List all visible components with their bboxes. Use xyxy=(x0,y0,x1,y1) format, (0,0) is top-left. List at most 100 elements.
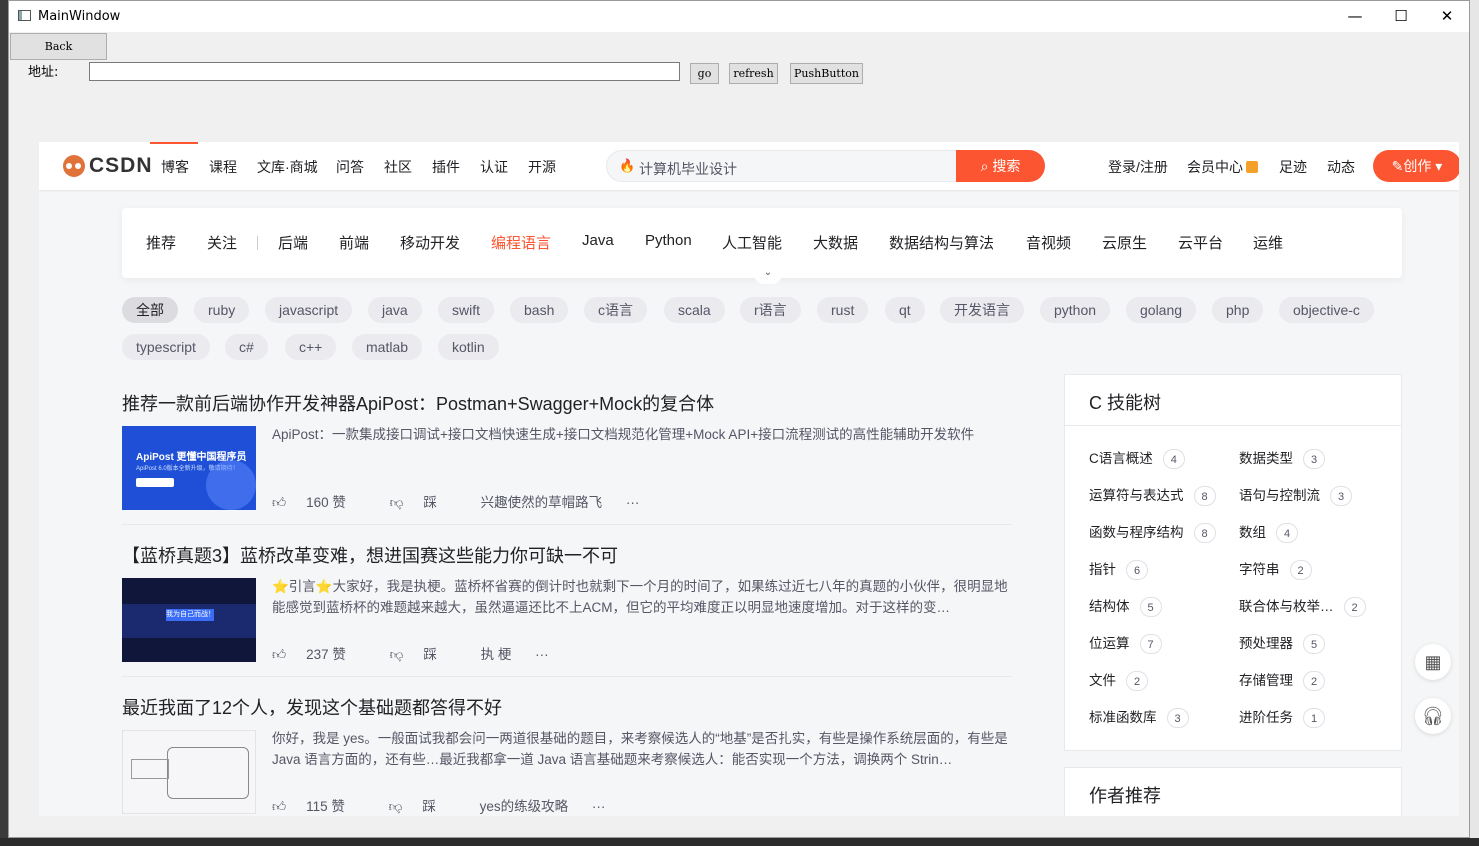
maximize-button[interactable]: ☐ xyxy=(1378,1,1424,32)
nav-item-community[interactable]: 社区 xyxy=(384,157,412,177)
category-frontend[interactable]: 前端 xyxy=(339,232,369,253)
dynamic-link[interactable]: 动态 xyxy=(1327,157,1355,177)
create-button[interactable]: ✎创作 ▾ xyxy=(1373,150,1459,182)
like-button[interactable]: 👍︎ 237 赞 xyxy=(272,643,366,663)
category-backend[interactable]: 后端 xyxy=(278,232,308,253)
category-follow[interactable]: 关注 xyxy=(207,232,237,253)
skill-item[interactable]: 联合体与枚举… 2 xyxy=(1239,595,1366,617)
tag-item[interactable]: bash xyxy=(510,297,569,323)
tag-item[interactable]: swift xyxy=(438,297,494,323)
article-title[interactable]: 最近我面了12个人，发现这个基础题都答得不好 xyxy=(122,694,502,720)
more-icon[interactable]: ··· xyxy=(592,799,606,814)
skill-item[interactable]: 文件 2 xyxy=(1089,669,1148,691)
tag-all[interactable]: 全部 xyxy=(122,297,178,323)
category-algorithms[interactable]: 数据结构与算法 xyxy=(889,232,994,253)
tag-item[interactable]: c++ xyxy=(285,334,337,360)
nav-item-qa[interactable]: 问答 xyxy=(336,157,364,177)
category-ops[interactable]: 运维 xyxy=(1253,232,1283,253)
vip-center-link[interactable]: 会员中心 xyxy=(1187,157,1258,177)
more-icon[interactable]: ··· xyxy=(626,495,640,510)
skill-item[interactable]: 位运算 7 xyxy=(1089,632,1162,654)
refresh-button[interactable]: refresh xyxy=(729,63,778,84)
skill-item[interactable]: C语言概述 4 xyxy=(1089,447,1185,469)
tag-item[interactable]: rust xyxy=(817,297,869,323)
nav-item-cert[interactable]: 认证 xyxy=(480,157,508,177)
category-audio-video[interactable]: 音视频 xyxy=(1026,232,1071,253)
author-name[interactable]: 兴趣使然的草帽路飞 xyxy=(481,491,603,511)
login-link[interactable]: 登录/注册 xyxy=(1108,157,1168,177)
skill-item[interactable]: 数据类型 3 xyxy=(1239,447,1325,469)
category-recommend[interactable]: 推荐 xyxy=(146,232,176,253)
push-button[interactable]: PushButton xyxy=(790,63,863,84)
address-input[interactable] xyxy=(89,62,680,81)
category-java[interactable]: Java xyxy=(582,232,614,249)
tag-item[interactable]: qt xyxy=(885,297,925,323)
tag-item[interactable]: r语言 xyxy=(740,297,801,323)
tag-item[interactable]: php xyxy=(1212,297,1264,323)
category-cloud-platform[interactable]: 云平台 xyxy=(1178,232,1223,253)
tag-item[interactable]: matlab xyxy=(352,334,423,360)
skill-item[interactable]: 指针 6 xyxy=(1089,558,1148,580)
tag-item[interactable]: c语言 xyxy=(584,297,647,323)
skill-item[interactable]: 数组 4 xyxy=(1239,521,1298,543)
tag-item[interactable]: javascript xyxy=(265,297,353,323)
skill-item[interactable]: 运算符与表达式 8 xyxy=(1089,484,1216,506)
nav-item-plugin[interactable]: 插件 xyxy=(432,157,460,177)
category-ai[interactable]: 人工智能 xyxy=(722,232,782,253)
skill-item[interactable]: 存储管理 2 xyxy=(1239,669,1325,691)
like-button[interactable]: 👍︎ 115 赞 xyxy=(272,795,365,815)
skill-count: 8 xyxy=(1193,523,1216,543)
tag-item[interactable]: typescript xyxy=(122,334,210,360)
dislike-button[interactable]: 👎︎ 踩 xyxy=(390,643,457,663)
category-cloud-native[interactable]: 云原生 xyxy=(1102,232,1147,253)
category-python[interactable]: Python xyxy=(645,232,692,249)
thumbnail-diagram xyxy=(167,747,249,799)
dislike-button[interactable]: 👎︎ 踩 xyxy=(389,795,456,815)
skill-item[interactable]: 结构体 5 xyxy=(1089,595,1162,617)
go-button[interactable]: go xyxy=(690,63,719,84)
skill-item[interactable]: 预处理器 5 xyxy=(1239,632,1325,654)
tag-item[interactable]: java xyxy=(368,297,422,323)
category-mobile[interactable]: 移动开发 xyxy=(400,232,460,253)
nav-item-library[interactable]: 文库·商城 xyxy=(257,157,318,177)
tag-item[interactable]: kotlin xyxy=(438,334,499,360)
dislike-label: 踩 xyxy=(422,799,436,814)
article-title[interactable]: 推荐一款前后端协作开发神器ApiPost：Postman+Swagger+Moc… xyxy=(122,390,714,416)
category-bigdata[interactable]: 大数据 xyxy=(813,232,858,253)
search-button[interactable]: ⌕ 搜索 xyxy=(956,150,1045,182)
headset-icon[interactable]: 🎧︎ xyxy=(1415,698,1451,734)
minimize-button[interactable]: — xyxy=(1332,1,1378,32)
author-name[interactable]: yes的练级攻略 xyxy=(480,795,569,815)
nav-item-course[interactable]: 课程 xyxy=(209,157,237,177)
author-name[interactable]: 执 梗 xyxy=(481,643,512,663)
skill-item[interactable]: 标准函数库 3 xyxy=(1089,706,1189,728)
tag-item[interactable]: objective-c xyxy=(1279,297,1374,323)
tag-item[interactable]: python xyxy=(1040,297,1111,323)
qrcode-icon[interactable]: ▦ xyxy=(1415,644,1451,680)
tag-item[interactable]: 开发语言 xyxy=(940,297,1024,323)
tag-item[interactable]: c# xyxy=(225,334,268,360)
nav-item-blog[interactable]: 博客 xyxy=(161,157,189,177)
skill-item[interactable]: 函数与程序结构 8 xyxy=(1089,521,1216,543)
tag-item[interactable]: golang xyxy=(1126,297,1197,323)
skill-item[interactable]: 字符串 2 xyxy=(1239,558,1312,580)
dislike-button[interactable]: 👎︎ 踩 xyxy=(390,491,457,511)
tag-item[interactable]: ruby xyxy=(194,297,250,323)
skill-item[interactable]: 进阶任务 1 xyxy=(1239,706,1325,728)
nav-item-opensource[interactable]: 开源 xyxy=(528,157,556,177)
like-button[interactable]: 👍︎ 160 赞 xyxy=(272,491,366,511)
back-button[interactable]: Back xyxy=(10,33,107,60)
article-title[interactable]: 【蓝桥真题3】蓝桥改革变难，想进国赛这些能力你可缺一不可 xyxy=(122,542,618,568)
close-button[interactable]: ✕ xyxy=(1424,1,1469,32)
csdn-logo[interactable]: CSDN xyxy=(63,154,152,178)
article-thumbnail[interactable] xyxy=(122,730,256,814)
more-icon[interactable]: ··· xyxy=(535,647,549,662)
chevron-down-icon[interactable]: ⌄ xyxy=(754,266,782,284)
article-thumbnail[interactable]: 我为自己而战！ xyxy=(122,578,256,662)
footprint-link[interactable]: 足迹 xyxy=(1279,157,1307,177)
category-programming-language[interactable]: 编程语言 xyxy=(491,232,551,253)
search-input[interactable]: 🔥 计算机毕业设计 xyxy=(606,150,956,182)
article-thumbnail[interactable]: ApiPost 更懂中国程序员 ApiPost 6.0版本全新升级，敬请期待！ xyxy=(122,426,256,510)
skill-item[interactable]: 语句与控制流 3 xyxy=(1239,484,1352,506)
tag-item[interactable]: scala xyxy=(664,297,725,323)
